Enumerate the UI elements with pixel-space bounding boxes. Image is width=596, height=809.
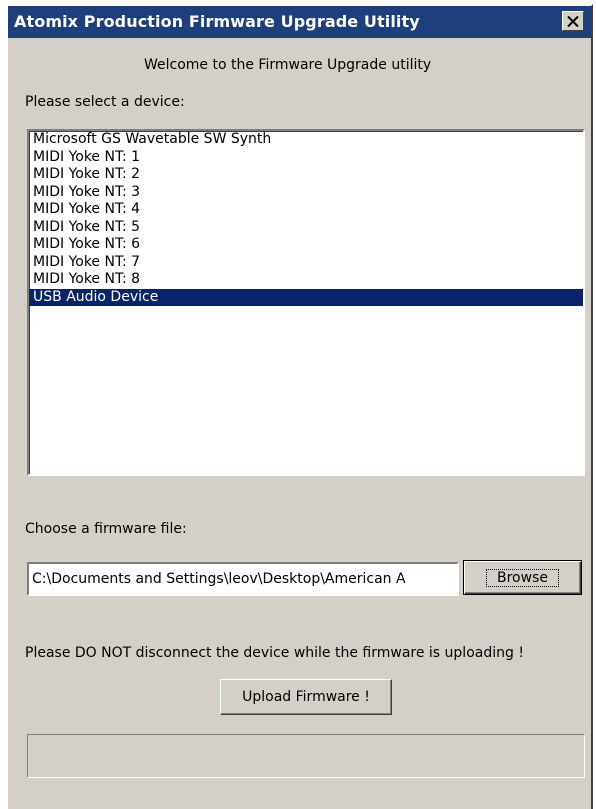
upload-progress-bar: [27, 734, 585, 778]
device-list-item[interactable]: USB Audio Device: [29, 288, 583, 306]
warning-text: Please DO NOT disconnect the device whil…: [25, 645, 524, 661]
upload-firmware-label: Upload Firmware !: [242, 689, 370, 705]
device-listbox[interactable]: Microsoft GS Wavetable SW Synth MIDI Yoke…: [27, 129, 585, 476]
device-list-item[interactable]: MIDI Yoke NT: 8: [29, 271, 583, 289]
device-select-label: Please select a device:: [25, 94, 185, 110]
device-list-item[interactable]: MIDI Yoke NT: 3: [29, 184, 583, 202]
device-list-item[interactable]: Microsoft GS Wavetable SW Synth: [29, 131, 583, 149]
device-list-item[interactable]: MIDI Yoke NT: 4: [29, 201, 583, 219]
device-list-item[interactable]: MIDI Yoke NT: 7: [29, 254, 583, 272]
firmware-path-value: C:\Documents and Settings\leov\Desktop\A…: [32, 571, 406, 587]
browse-button[interactable]: Browse: [463, 560, 582, 595]
device-list-item[interactable]: MIDI Yoke NT: 2: [29, 166, 583, 184]
upload-firmware-button[interactable]: Upload Firmware !: [220, 679, 392, 715]
firmware-upgrade-window: Atomix Production Firmware Upgrade Utili…: [6, 4, 593, 809]
window-title: Atomix Production Firmware Upgrade Utili…: [14, 12, 420, 31]
device-list-item[interactable]: MIDI Yoke NT: 6: [29, 236, 583, 254]
firmware-path-field[interactable]: C:\Documents and Settings\leov\Desktop\A…: [27, 562, 459, 596]
close-button[interactable]: [562, 11, 584, 31]
device-list-item[interactable]: MIDI Yoke NT: 1: [29, 149, 583, 167]
close-icon: [567, 15, 579, 27]
browse-button-label: Browse: [486, 568, 559, 587]
welcome-text: Welcome to the Firmware Upgrade utility: [144, 57, 432, 73]
firmware-file-label: Choose a firmware file:: [25, 521, 187, 537]
title-bar[interactable]: Atomix Production Firmware Upgrade Utili…: [8, 6, 591, 38]
device-list-item[interactable]: MIDI Yoke NT: 5: [29, 219, 583, 237]
